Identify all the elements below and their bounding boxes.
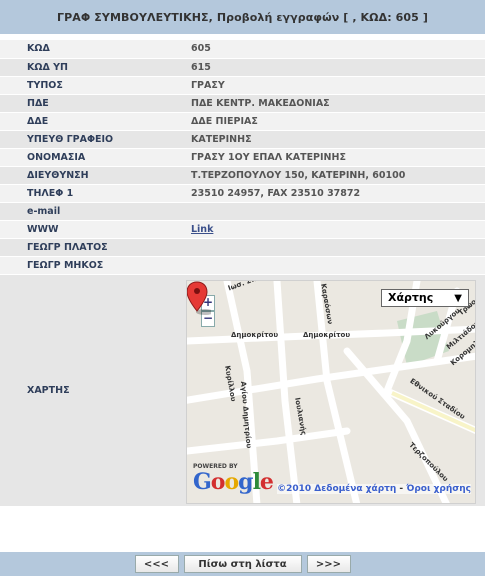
- page: ΓΡΑΦ ΣΥΜΒΟΥΛΕΥΤΙΚΗΣ, Προβολή εγγραφών [ …: [0, 0, 485, 576]
- table-row: ΚΩΔ 605: [0, 40, 485, 59]
- field-value: ΔΔΕ ΠΙΕΡΙΑΣ: [183, 112, 485, 131]
- field-value: Δημοκρίτου Δημοκρίτου Αγίου Δημητρίου Κυ…: [183, 274, 485, 507]
- field-label: ΔΔΕ: [0, 112, 183, 131]
- field-label: e-mail: [0, 202, 183, 221]
- table-row: WWW Link: [0, 220, 485, 239]
- map-attribution: ©2010 Δεδομένα χάρτη - Όροι χρήσης: [277, 484, 471, 494]
- field-value: 615: [183, 58, 485, 77]
- table-row: ΥΠΕΥΘ ΓΡΑΦΕΙΟ ΚΑΤΕΡΙΝΗΣ: [0, 130, 485, 149]
- record-table: ΚΩΔ 605 ΚΩΔ ΥΠ 615 ΤΥΠΟΣ ΓΡΑΣΥ ΠΔΕ ΠΔΕ ΚΕΝΤΡ…: [0, 40, 485, 507]
- map-type-select[interactable]: Χάρτης ▼: [381, 289, 469, 307]
- field-value: ΓΡΑΣΥ: [183, 76, 485, 95]
- page-title: ΓΡΑΦ ΣΥΜΒΟΥΛΕΥΤΙΚΗΣ, Προβολή εγγραφών [ …: [0, 0, 485, 34]
- table-row: ΠΔΕ ΠΔΕ ΚΕΝΤΡ. ΜΑΚΕΔΟΝΙΑΣ: [0, 94, 485, 113]
- table-row: ΤΗΛΕΦ 1 23510 24957, FAX 23510 37872: [0, 184, 485, 203]
- map-type-label: Χάρτης: [388, 291, 434, 304]
- field-value: ΓΡΑΣΥ 1ΟΥ ΕΠΑΛ ΚΑΤΕΡΙΝΗΣ: [183, 148, 485, 167]
- field-label: ΤΥΠΟΣ: [0, 76, 183, 95]
- table-row: ΔΙΕΥΘΥΝΣΗ Τ.ΤΕΡΖΟΠΟΥΛΟΥ 150, ΚΑΤΕΡΙΝΗ, 60…: [0, 166, 485, 185]
- google-logo: Google: [193, 469, 274, 495]
- field-label: WWW: [0, 220, 183, 239]
- field-label: ΚΩΔ: [0, 40, 183, 59]
- field-value: Link: [183, 220, 485, 239]
- map-copyright-link[interactable]: ©2010 Δεδομένα χάρτη: [277, 484, 396, 494]
- table-row: ΓΕΩΓΡ ΜΗΚΟΣ: [0, 256, 485, 275]
- field-label: ΚΩΔ ΥΠ: [0, 58, 183, 77]
- field-label: ΓΕΩΓΡ ΜΗΚΟΣ: [0, 256, 183, 275]
- field-value: [183, 202, 485, 221]
- street-label: Δημοκρίτου: [231, 331, 279, 339]
- map-widget[interactable]: Δημοκρίτου Δημοκρίτου Αγίου Δημητρίου Κυ…: [186, 280, 476, 504]
- field-value: 23510 24957, FAX 23510 37872: [183, 184, 485, 203]
- field-value: [183, 256, 485, 275]
- table-row: ΤΥΠΟΣ ΓΡΑΣΥ: [0, 76, 485, 95]
- field-label: ΤΗΛΕΦ 1: [0, 184, 183, 203]
- table-row: ΧΑΡΤΗΣ Δημοκρίτου Δημοκρίτου Αγίου Δημητ…: [0, 274, 485, 507]
- field-label: ΥΠΕΥΘ ΓΡΑΦΕΙΟ: [0, 130, 183, 149]
- field-value: Τ.ΤΕΡΖΟΠΟΥΛΟΥ 150, ΚΑΤΕΡΙΝΗ, 60100: [183, 166, 485, 185]
- field-value: ΚΑΤΕΡΙΝΗΣ: [183, 130, 485, 149]
- chevron-down-icon: ▼: [454, 293, 462, 304]
- website-link[interactable]: Link: [191, 224, 213, 235]
- table-row: ΟΝΟΜΑΣΙΑ ΓΡΑΣΥ 1ΟΥ ΕΠΑΛ ΚΑΤΕΡΙΝΗΣ: [0, 148, 485, 167]
- street-label: Δημοκρίτου: [303, 331, 351, 339]
- field-label: ΓΕΩΓΡ ΠΛΑΤΟΣ: [0, 238, 183, 257]
- field-value: 605: [183, 40, 485, 59]
- field-label: ΔΙΕΥΘΥΝΣΗ: [0, 166, 183, 185]
- pagination-bar: <<< Πίσω στη λίστα >>>: [0, 552, 485, 576]
- field-label: ΠΔΕ: [0, 94, 183, 113]
- table-row: ΔΔΕ ΔΔΕ ΠΙΕΡΙΑΣ: [0, 112, 485, 131]
- location-pin-icon[interactable]: [187, 281, 211, 315]
- next-button[interactable]: >>>: [306, 555, 351, 573]
- field-label: ΟΝΟΜΑΣΙΑ: [0, 148, 183, 167]
- table-row: ΓΕΩΓΡ ΠΛΑΤΟΣ: [0, 238, 485, 257]
- previous-button[interactable]: <<<: [134, 555, 179, 573]
- field-value: ΠΔΕ ΚΕΝΤΡ. ΜΑΚΕΔΟΝΙΑΣ: [183, 94, 485, 113]
- back-to-list-button[interactable]: Πίσω στη λίστα: [183, 555, 302, 573]
- table-row: ΚΩΔ ΥΠ 615: [0, 58, 485, 77]
- terms-of-use-link[interactable]: Όροι χρήσης: [406, 484, 471, 494]
- table-row: e-mail: [0, 202, 485, 221]
- field-label: ΧΑΡΤΗΣ: [0, 274, 183, 507]
- field-value: [183, 238, 485, 257]
